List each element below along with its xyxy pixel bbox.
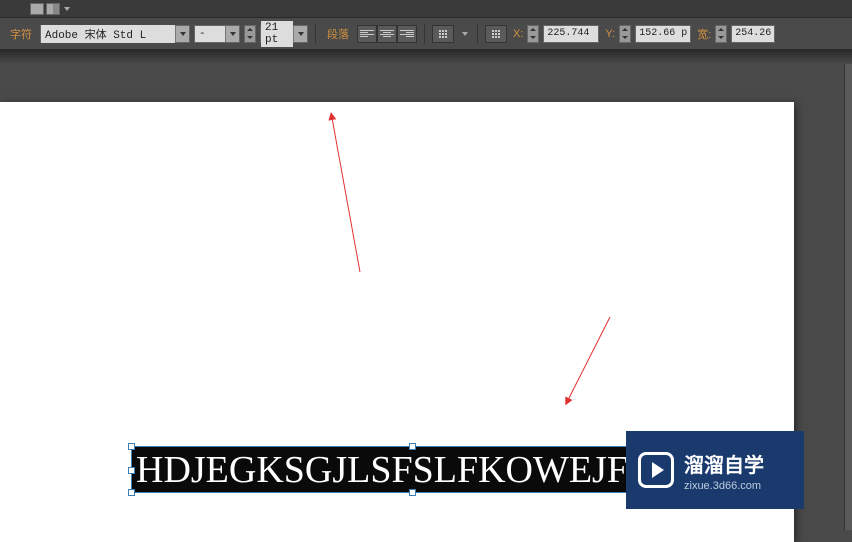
reference-point-button[interactable] [485,25,507,43]
play-icon [638,452,674,488]
x-label: X: [513,28,523,40]
y-input[interactable] [635,25,691,43]
y-label: Y: [605,28,615,40]
resize-handle-bm[interactable] [409,489,416,496]
list-options-button[interactable] [432,25,454,43]
divider [477,24,478,44]
grid-icon [439,30,447,38]
watermark-url: zixue.3d66.com [684,480,764,492]
view-single-icon[interactable] [30,3,44,15]
font-family-dropdown[interactable]: Adobe 宋体 Std L [40,25,190,43]
spinner-down-icon[interactable] [620,34,630,42]
toolbar-shadow [0,50,852,64]
font-size-arrow-icon[interactable] [293,26,307,42]
text-frame[interactable]: HDJEGKSGJLSFSLFKOWEJF [131,446,692,493]
spinner-up-icon[interactable] [620,26,630,34]
font-size-value: 21 pt [261,21,293,47]
watermark: 溜溜自学 zixue.3d66.com [626,431,804,509]
list-dropdown-arrow[interactable] [460,28,470,40]
font-family-value: Adobe 宋体 Std L [41,25,175,43]
resize-handle-tl[interactable] [128,443,135,450]
paragraph-label: 段落 [323,26,353,42]
view-dropdown-arrow[interactable] [62,3,72,15]
font-size-spinner[interactable] [244,25,256,43]
y-spinner[interactable] [619,25,631,43]
reference-point-icon [492,30,500,38]
top-strip [0,0,852,18]
divider [315,24,316,44]
spinner-up-icon[interactable] [528,26,538,34]
spinner-down-icon[interactable] [245,34,255,42]
watermark-text: 溜溜自学 zixue.3d66.com [684,449,764,492]
w-spinner[interactable] [715,25,727,43]
x-input[interactable] [543,25,599,43]
options-toolbar: 字符 Adobe 宋体 Std L - 21 pt 段落 [0,18,852,50]
resize-handle-tm[interactable] [409,443,416,450]
resize-handle-bl[interactable] [128,489,135,496]
spinner-up-icon[interactable] [245,26,255,34]
w-label: 宽: [697,26,711,42]
selected-text[interactable]: HDJEGKSGJLSFSLFKOWEJF [132,447,691,492]
font-style-dropdown[interactable]: - [194,25,240,43]
w-input[interactable] [731,25,775,43]
font-size-dropdown[interactable]: 21 pt [260,25,308,43]
resize-handle-ml[interactable] [128,467,135,474]
divider [424,24,425,44]
spinner-up-icon[interactable] [716,26,726,34]
align-left-button[interactable] [357,25,377,43]
watermark-title: 溜溜自学 [684,449,764,478]
view-mode-group [30,3,60,15]
vertical-scrollbar[interactable] [844,64,852,530]
font-family-arrow-icon[interactable] [175,26,189,42]
align-center-button[interactable] [377,25,397,43]
font-style-arrow-icon[interactable] [225,26,239,42]
align-group [357,25,417,43]
spinner-down-icon[interactable] [528,34,538,42]
align-right-button[interactable] [397,25,417,43]
view-split-icon[interactable] [46,3,60,15]
x-spinner[interactable] [527,25,539,43]
spinner-down-icon[interactable] [716,34,726,42]
character-label: 字符 [6,26,36,42]
font-style-value: - [195,27,225,41]
